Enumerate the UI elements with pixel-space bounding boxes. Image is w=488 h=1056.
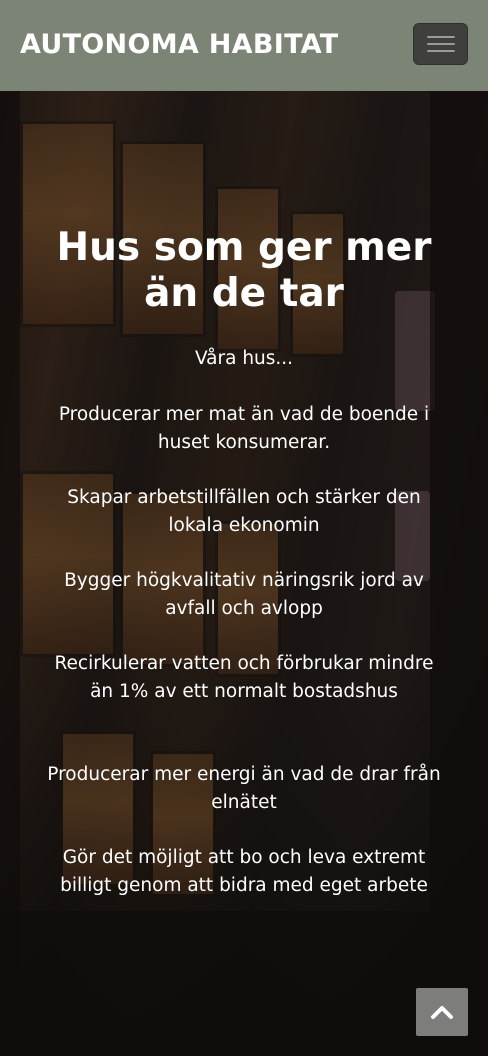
- hero-intro: Våra hus...: [194, 348, 294, 369]
- feature-point: Bygger högkvalitativ näringsrik jord av …: [64, 570, 424, 619]
- navbar: AUTONOMA HABITAT: [0, 0, 488, 91]
- menu-toggle-button[interactable]: [413, 23, 468, 65]
- scroll-to-top-button[interactable]: [416, 988, 468, 1036]
- feature-point: Producerar mer mat än vad de boende i hu…: [58, 404, 430, 453]
- feature-point: Gör det möjligt att bo och leva extremt …: [60, 847, 428, 896]
- brand-logo[interactable]: AUTONOMA HABITAT: [20, 27, 339, 63]
- feature-point: Skapar arbetstillfällen och stärker den …: [67, 487, 421, 536]
- hero-title: Hus som ger mer än de tar: [56, 225, 432, 316]
- feature-point: Recirkulerar vatten och förbrukar mindre…: [54, 653, 434, 702]
- feature-point: Producerar mer energi än vad de drar frå…: [47, 764, 441, 813]
- chevron-up-icon: [431, 1006, 453, 1019]
- hero-section: Hus som ger mer än de tar Våra hus... Pr…: [0, 91, 488, 1056]
